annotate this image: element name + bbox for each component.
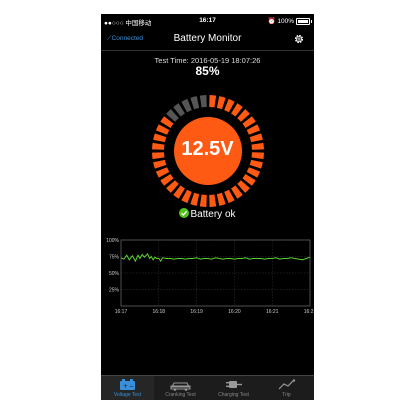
battery-percent: 85% — [195, 64, 220, 78]
gauge-segment — [190, 192, 200, 206]
gauge-segment — [209, 95, 217, 108]
gauge-segment — [199, 194, 207, 207]
tab-bar: + − Voltage Test Cranking Test Charging … — [101, 375, 314, 400]
gauge-segment — [249, 159, 263, 169]
voltage-value: 12.5V — [181, 138, 234, 160]
status-bar: ●●○○○ 中国移动 16:17 ⏰ 100% — [101, 14, 314, 28]
tab-voltage-test[interactable]: + − Voltage Test — [101, 376, 154, 400]
nav-bar: ⟋Connected Battery Monitor — [101, 28, 314, 51]
gauge-segment — [209, 194, 217, 207]
tab-cranking-test[interactable]: Cranking Test — [154, 376, 207, 400]
trip-icon — [278, 379, 296, 390]
battery-icon: + − — [120, 379, 135, 390]
gauge-segment — [216, 96, 226, 110]
gauge-segment — [199, 95, 207, 108]
plug-icon — [226, 381, 242, 388]
tab-label: Trip — [282, 392, 291, 398]
gauge-segment — [153, 159, 167, 169]
y-tick-label: 75% — [109, 254, 120, 260]
series-line — [120, 253, 311, 263]
gauge-segment — [216, 192, 226, 206]
gauge-segment — [190, 96, 200, 110]
tab-trip[interactable]: Trip — [260, 376, 313, 400]
battery-status: Battery ok — [101, 208, 314, 220]
check-circle-icon — [179, 208, 190, 218]
x-tick-label: 16:19 — [190, 309, 203, 315]
y-tick-label: 50% — [109, 271, 120, 277]
y-tick-label: 100% — [106, 238, 119, 244]
y-tick-label: 25% — [109, 287, 120, 293]
tab-label: Charging Test — [218, 392, 249, 398]
x-tick-label: 16:20 — [228, 309, 241, 315]
gear-icon[interactable] — [293, 33, 305, 45]
tab-charging-test[interactable]: Charging Test — [207, 376, 260, 400]
battery-percent-label: ⏰ 100% — [267, 18, 294, 25]
voltage-history-chart: 100% 75% 50% 25% 16:17 16:18 16:19 16:20 16:21 16… — [106, 238, 314, 315]
svg-text:+: + — [123, 383, 128, 390]
svg-text:−: − — [129, 383, 134, 390]
phone-screen: ●●○○○ 中国移动 16:17 ⏰ 100% ⟋Connected Batte… — [101, 14, 314, 400]
x-tick-label: 16:17 — [115, 309, 128, 315]
tab-label: Voltage Test — [113, 392, 142, 398]
tab-label: Cranking Test — [165, 392, 196, 398]
x-tick-label: 16:21 — [266, 309, 279, 315]
car-icon — [170, 382, 191, 391]
x-tick-label: 16:22 — [304, 309, 314, 315]
status-battery-icon — [296, 18, 312, 25]
alarm-icon: ⏰ — [267, 18, 276, 25]
page-title: Battery Monitor — [173, 33, 242, 44]
x-tick-label: 16:18 — [153, 309, 166, 315]
